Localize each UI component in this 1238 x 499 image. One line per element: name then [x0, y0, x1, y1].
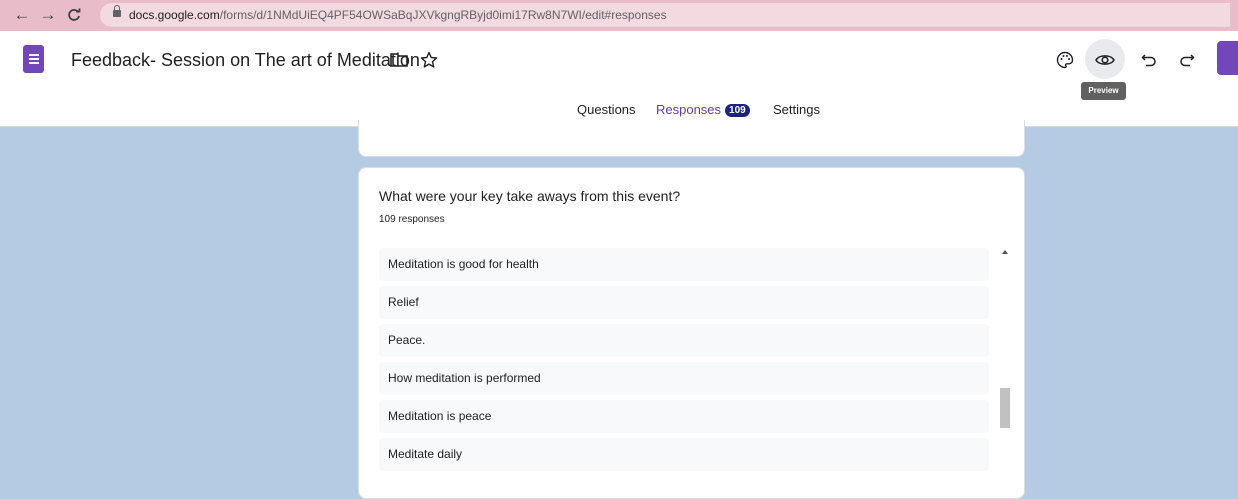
- preview-tooltip: Preview: [1081, 82, 1126, 100]
- list-item: How meditation is performed: [379, 362, 989, 395]
- scrollbar-thumb[interactable]: [1000, 388, 1010, 428]
- response-list: Meditation is good for health Relief Pea…: [379, 248, 989, 476]
- response-list-scrollbar[interactable]: [996, 248, 1014, 488]
- url-text: docs.google.com/forms/d/1NMdUiEQ4PF54OWS…: [129, 3, 667, 27]
- tab-responses[interactable]: Responses 109: [656, 102, 750, 117]
- list-item: Relief: [379, 286, 989, 319]
- back-arrow-icon[interactable]: ←: [11, 3, 33, 27]
- previous-question-card: [358, 120, 1025, 157]
- browser-toolbar: ← → docs.google.com/forms/d/1NMdUiEQ4PF5…: [0, 0, 1238, 31]
- reload-icon[interactable]: [63, 3, 85, 27]
- lock-icon: [113, 5, 121, 17]
- list-item: Meditation is good for health: [379, 248, 989, 281]
- folder-icon[interactable]: [386, 47, 412, 73]
- list-item: Peace.: [379, 324, 989, 357]
- undo-icon[interactable]: [1136, 47, 1162, 73]
- send-button[interactable]: [1217, 41, 1238, 75]
- question-response-card: What were your key take aways from this …: [358, 167, 1025, 499]
- forms-header: Feedback- Session on The art of Meditati…: [0, 31, 1238, 127]
- scroll-up-arrow-icon[interactable]: [1002, 250, 1008, 254]
- url-path: /forms/d/1NMdUiEQ4PF54OWSaBqJXVkgngRByjd…: [219, 8, 667, 22]
- palette-icon[interactable]: [1052, 47, 1078, 73]
- list-item: Meditate daily: [379, 438, 989, 471]
- question-title: What were your key take aways from this …: [379, 188, 681, 204]
- tab-responses-label: Responses: [656, 102, 722, 117]
- response-count: 109 responses: [379, 214, 445, 225]
- tab-questions[interactable]: Questions: [577, 102, 636, 117]
- responses-count-badge: 109: [725, 104, 750, 117]
- redo-icon[interactable]: [1174, 47, 1200, 73]
- url-host: docs.google.com: [129, 8, 220, 22]
- document-title[interactable]: Feedback- Session on The art of Meditati…: [71, 50, 420, 71]
- list-item: Meditation is peace: [379, 400, 989, 433]
- forms-logo-icon[interactable]: [23, 45, 44, 73]
- address-bar[interactable]: docs.google.com/forms/d/1NMdUiEQ4PF54OWS…: [100, 3, 1230, 27]
- eye-icon[interactable]: [1092, 47, 1118, 73]
- tab-settings[interactable]: Settings: [773, 102, 820, 117]
- forward-arrow-icon[interactable]: →: [37, 3, 59, 27]
- star-icon[interactable]: [416, 47, 442, 73]
